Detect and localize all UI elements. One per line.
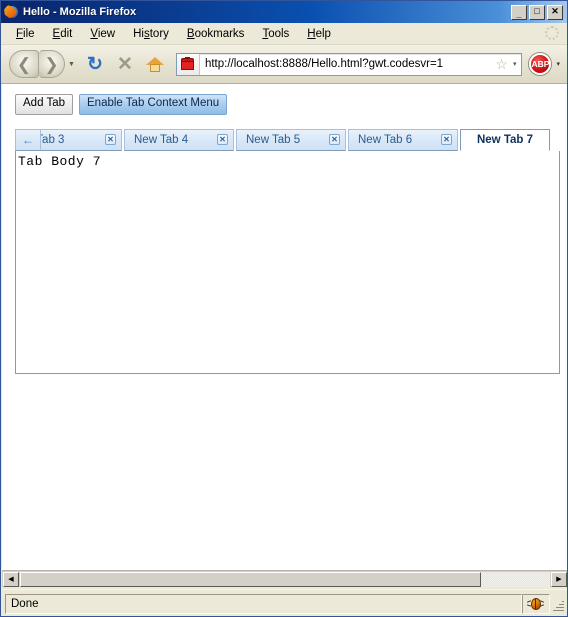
menu-edit[interactable]: Edit <box>44 26 82 42</box>
tab-body: Tab Body 7 <box>15 150 560 374</box>
browser-window: Hello - Mozilla Firefox _ □ ✕ File Edit … <box>0 0 568 617</box>
tab-new-tab-5[interactable]: New Tab 5 ✕ <box>236 128 346 151</box>
window-title: Hello - Mozilla Firefox <box>23 6 137 18</box>
back-arrow-icon: ❮ <box>16 54 32 74</box>
home-icon <box>145 56 164 72</box>
maximize-button[interactable]: □ <box>529 4 545 20</box>
tab-label: New Tab 5 <box>246 133 301 146</box>
forward-arrow-icon: ❯ <box>44 54 59 74</box>
window-controls: _ □ ✕ <box>511 4 565 20</box>
menu-bookmarks[interactable]: Bookmarks <box>178 26 254 42</box>
arrow-left-icon: ← <box>22 132 34 147</box>
title-bar: Hello - Mozilla Firefox _ □ ✕ <box>1 1 567 23</box>
tab-bar: w Tab 3 ✕ New Tab 4 ✕ New Tab 5 ✕ New Ta… <box>15 128 560 151</box>
page-content: Add Tab Enable Tab Context Menu w Tab 3 … <box>2 84 567 570</box>
scroll-left-arrow-icon[interactable]: ◀ <box>3 571 19 587</box>
minimize-icon: _ <box>516 8 522 19</box>
tab-close-icon[interactable]: ✕ <box>217 134 228 145</box>
menu-help[interactable]: Help <box>298 26 340 42</box>
tab-body-text: Tab Body 7 <box>18 153 102 169</box>
tab-label: New Tab 7 <box>476 133 534 146</box>
navigation-toolbar: ❮ ❯ ▼ ↻ ✕ http://localhost:8888/Hello.ht… <box>1 45 567 84</box>
back-forward-group: ❮ ❯ ▼ <box>9 50 80 78</box>
stop-button[interactable]: ✕ <box>111 50 139 78</box>
adblock-plus-icon[interactable]: ABP <box>529 53 552 75</box>
history-dropdown-icon[interactable]: ▼ <box>68 61 75 68</box>
close-icon: ✕ <box>551 5 559 16</box>
throbber-icon <box>545 26 559 40</box>
tab-close-icon[interactable]: ✕ <box>441 134 452 145</box>
gwt-toolbox-favicon <box>181 57 195 70</box>
scrollbar-track[interactable] <box>20 571 550 587</box>
back-button[interactable]: ❮ <box>9 50 39 78</box>
tab-label: New Tab 4 <box>134 133 189 146</box>
resize-grip-icon[interactable] <box>550 594 566 614</box>
tab-new-tab-4[interactable]: New Tab 4 ✕ <box>124 128 234 151</box>
menu-bar: File Edit View History Bookmarks Tools H… <box>1 23 567 45</box>
chevron-down-icon[interactable]: ▾ <box>511 60 522 68</box>
firebug-button[interactable] <box>522 593 550 614</box>
url-bar[interactable]: http://localhost:8888/Hello.html?gwt.cod… <box>175 52 523 76</box>
enable-tab-context-menu-button[interactable]: Enable Tab Context Menu <box>79 94 228 115</box>
tab-new-tab-6[interactable]: New Tab 6 ✕ <box>348 128 458 151</box>
stop-icon: ✕ <box>116 53 133 75</box>
scrollbar-thumb[interactable] <box>20 571 482 587</box>
forward-button[interactable]: ❯ <box>39 50 65 78</box>
horizontal-scrollbar[interactable]: ◀ ▶ <box>2 570 567 587</box>
scroll-right-arrow-icon[interactable]: ▶ <box>551 571 567 587</box>
reload-button[interactable]: ↻ <box>81 50 109 78</box>
site-identity-box <box>176 53 200 75</box>
menu-history[interactable]: History <box>124 26 178 42</box>
firebug-bug-icon <box>526 597 545 610</box>
tab-scroll-left-button[interactable]: ← <box>15 128 41 151</box>
tab-label: New Tab 6 <box>358 133 413 146</box>
menu-tools[interactable]: Tools <box>253 26 298 42</box>
firefox-logo-icon <box>4 4 20 20</box>
button-row: Add Tab Enable Tab Context Menu <box>15 94 567 115</box>
minimize-button[interactable]: _ <box>511 4 527 20</box>
maximize-icon: □ <box>534 5 540 16</box>
status-text: Done <box>5 593 522 614</box>
home-button[interactable] <box>141 50 169 78</box>
star-icon[interactable]: ☆ <box>492 57 511 71</box>
menu-file[interactable]: File <box>7 26 44 42</box>
reload-icon: ↻ <box>86 53 103 75</box>
tab-close-icon[interactable]: ✕ <box>105 134 116 145</box>
tab-panel: w Tab 3 ✕ New Tab 4 ✕ New Tab 5 ✕ New Ta… <box>15 128 560 374</box>
url-input[interactable]: http://localhost:8888/Hello.html?gwt.cod… <box>200 58 492 70</box>
add-tab-button[interactable]: Add Tab <box>15 94 73 115</box>
tab-close-icon[interactable]: ✕ <box>329 134 340 145</box>
close-button[interactable]: ✕ <box>547 4 563 20</box>
status-bar: Done <box>2 589 567 616</box>
menu-view[interactable]: View <box>81 26 124 42</box>
tab-new-tab-7[interactable]: New Tab 7 <box>460 128 550 151</box>
toolbar-overflow-icon[interactable]: ▾ <box>551 60 563 68</box>
